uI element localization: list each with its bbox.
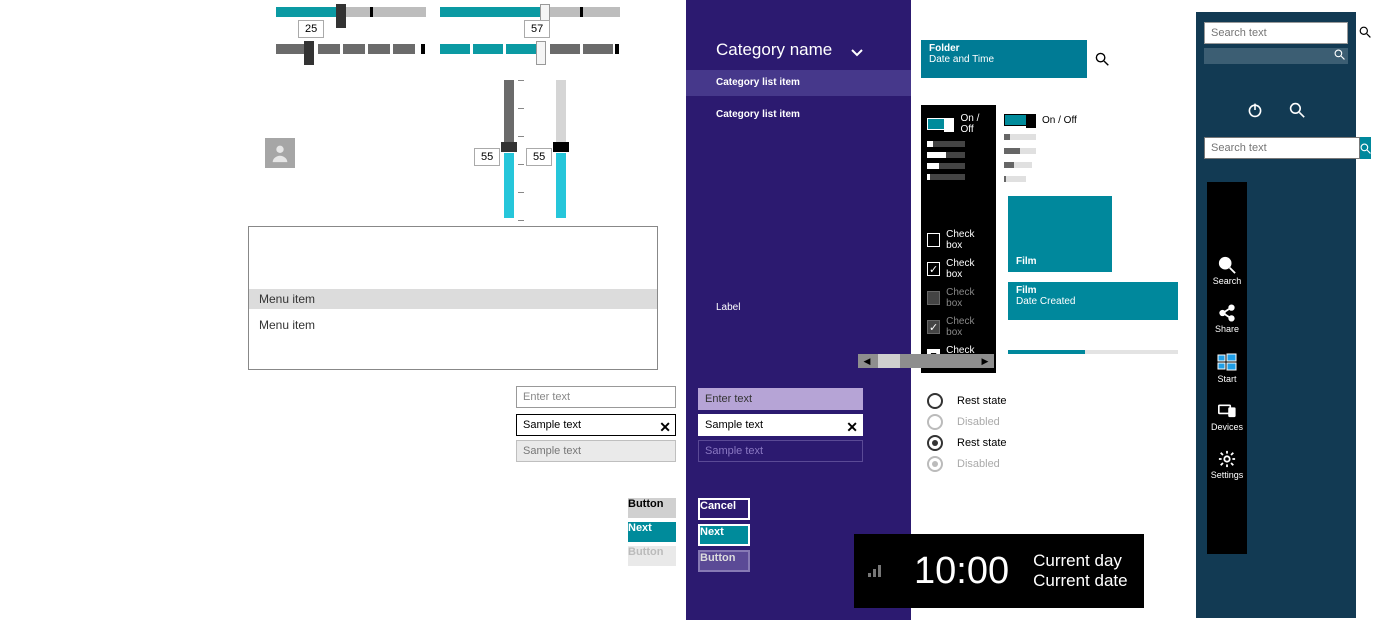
vslider-badge-a: 55 <box>474 148 500 166</box>
film-tile-large[interactable]: Film <box>1008 196 1112 272</box>
input-disabled: Sample text <box>516 440 676 462</box>
progress-dark-1 <box>927 141 965 147</box>
clear-icon[interactable]: ✕ <box>846 417 858 437</box>
cancel-button[interactable]: Cancel <box>698 498 750 520</box>
charms-bar: Search Share Start Devices Settings <box>1207 182 1247 554</box>
button-disabled: Button <box>628 546 676 566</box>
menu-item-1[interactable]: Menu item <box>249 289 657 309</box>
checkbox-3: Check box <box>927 287 990 309</box>
input-value: Sample text <box>523 419 581 431</box>
button-next[interactable]: Next <box>628 522 676 542</box>
charm-settings[interactable]: Settings <box>1207 446 1247 488</box>
charm-start[interactable]: Start <box>1207 348 1247 392</box>
hslider-teal-2[interactable] <box>440 7 620 17</box>
film-tile-wide[interactable]: Film Date Created <box>1008 282 1178 320</box>
progress-light-3 <box>1004 162 1032 168</box>
plain-button[interactable]: Button <box>698 550 750 572</box>
search-icon[interactable] <box>1289 102 1305 121</box>
clear-icon[interactable]: ✕ <box>659 417 671 437</box>
purple-input-disabled: Sample text <box>698 440 863 462</box>
vslider-a[interactable] <box>504 80 514 220</box>
menu-item-2[interactable]: Menu item <box>249 315 657 335</box>
clock-time: 10:00 <box>914 550 1009 593</box>
film-tile-title: Film <box>1016 285 1170 296</box>
folder-subtitle: Date and Time <box>929 54 1079 65</box>
purple-panel: Category name Category list item Categor… <box>686 0 911 620</box>
chevron-down-icon <box>851 42 863 62</box>
checkbox-4: ✓Check box <box>927 316 990 338</box>
slider-badge-b: 57 <box>524 20 550 38</box>
user-icon <box>269 142 291 164</box>
scroll-right-icon[interactable]: ▶ <box>976 354 994 368</box>
progress-dark-2 <box>927 152 965 158</box>
progress-light-1 <box>1004 134 1036 140</box>
charm-search[interactable]: Search <box>1207 252 1247 294</box>
avatar <box>265 138 295 168</box>
progress-light-4 <box>1004 176 1026 182</box>
purple-input-clear[interactable]: Sample text ✕ <box>698 414 863 436</box>
category-item-1[interactable]: Category list item <box>686 70 911 96</box>
vslider-b[interactable] <box>556 80 566 220</box>
scroll-thumb[interactable] <box>878 354 900 368</box>
search-go-button[interactable] <box>1360 137 1371 159</box>
category-header[interactable]: Category name <box>716 40 863 60</box>
slider-badge-a: 25 <box>298 20 324 38</box>
black-panel: On / Off Check box ✓Check box Check box … <box>921 105 996 373</box>
progress-dark-4 <box>927 174 965 180</box>
progress-dark-3 <box>927 163 965 169</box>
section-label: Label <box>716 302 740 313</box>
time-bar: 10:00 Current day Current date <box>854 534 1144 608</box>
toggle-dark[interactable]: On / Off <box>927 113 990 135</box>
input-placeholder[interactable]: Enter text <box>516 386 676 408</box>
search-input[interactable] <box>1204 137 1360 159</box>
scrollbar[interactable]: ◀ ▶ <box>858 354 994 368</box>
search-icon[interactable] <box>1359 26 1371 41</box>
signal-icon <box>868 563 890 580</box>
search-input[interactable] <box>1205 27 1359 39</box>
film-tile-subtitle: Date Created <box>1016 296 1170 307</box>
search-icon[interactable] <box>1330 49 1348 63</box>
current-date: Current date <box>1033 571 1128 591</box>
checkbox-2[interactable]: ✓Check box <box>927 258 990 280</box>
hslider-teal[interactable] <box>276 7 426 17</box>
radio-rest-1[interactable]: Rest state <box>927 393 1007 409</box>
charm-share[interactable]: Share <box>1207 300 1247 342</box>
radio-disabled-2: Disabled <box>927 456 1000 472</box>
power-row <box>1196 102 1356 121</box>
button-default[interactable]: Button <box>628 498 676 518</box>
hslider-mix[interactable] <box>440 44 620 54</box>
category-item-2[interactable]: Category list item <box>686 102 911 128</box>
search-bar-go[interactable] <box>1204 137 1348 159</box>
power-icon[interactable] <box>1247 102 1263 121</box>
folder-title: Folder <box>929 43 1079 54</box>
progress-light-2 <box>1004 148 1036 154</box>
toggle-light[interactable]: On / Off <box>1004 114 1077 126</box>
charm-devices[interactable]: Devices <box>1207 398 1247 440</box>
radio-rest-2[interactable]: Rest state <box>927 435 1007 451</box>
folder-tile[interactable]: Folder Date and Time <box>921 40 1087 78</box>
hslider-dark[interactable] <box>276 44 426 54</box>
radio-disabled-1: Disabled <box>927 414 1000 430</box>
scroll-left-icon[interactable]: ◀ <box>858 354 876 368</box>
input-with-clear[interactable]: Sample text ✕ <box>516 414 676 436</box>
vslider-badge-b: 55 <box>526 148 552 166</box>
current-day: Current day <box>1033 551 1128 571</box>
context-menu: Menu item Menu item <box>248 226 658 370</box>
next-button[interactable]: Next <box>698 524 750 546</box>
purple-input-filled[interactable]: Enter text <box>698 388 863 410</box>
search-icon[interactable] <box>1095 52 1109 69</box>
thin-progress <box>1008 350 1178 354</box>
search-bar-secondary[interactable] <box>1204 48 1348 64</box>
search-bar-main[interactable] <box>1204 22 1348 44</box>
checkbox-1[interactable]: Check box <box>927 229 990 251</box>
